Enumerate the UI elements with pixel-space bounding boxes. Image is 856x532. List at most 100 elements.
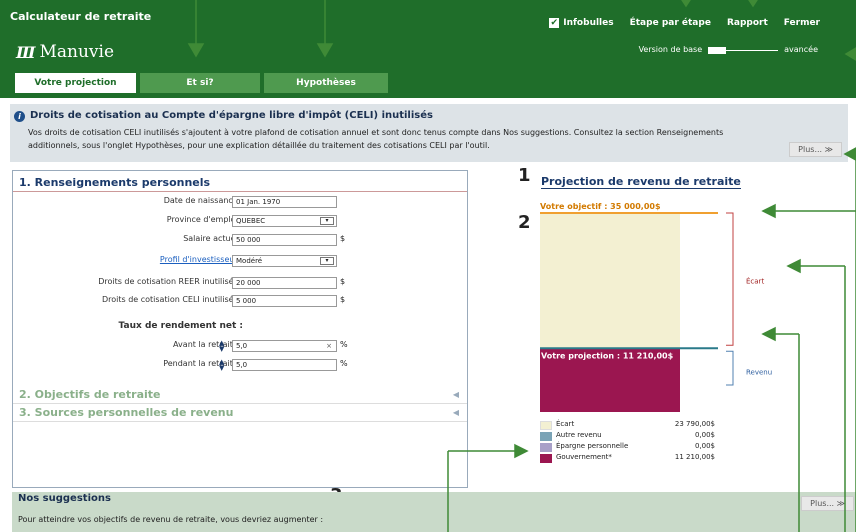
tab-assumptions[interactable]: Hypothèses <box>264 73 388 93</box>
investor-profile-link[interactable]: Profil d'investisseur : <box>28 255 243 264</box>
goal-label: Votre objectif : 35 000,00$ <box>540 202 661 211</box>
version-switch: Version de base avancée <box>639 45 818 54</box>
section-personal-info[interactable]: 1. Renseignements personnels <box>13 174 467 192</box>
arrow-left-icon <box>786 258 801 274</box>
legend-label: Écart <box>556 420 575 428</box>
arrow-left-icon <box>761 203 776 219</box>
arrow-right-icon <box>514 443 529 459</box>
logo-mark-icon: Ⅲ <box>16 42 36 62</box>
suggestions-panel: Nos suggestions Pour atteindre vos objec… <box>12 492 856 532</box>
logo-text: Manuvie <box>39 42 115 62</box>
tfsa-row: Droits de cotisation CELI inutilisés : 5… <box>13 295 345 308</box>
legend-item: Épargne personnelle 0,00$ <box>540 442 715 453</box>
step-badge-1: 1 <box>518 165 531 186</box>
birth-label: Date de naissance : <box>163 196 243 205</box>
profile-select[interactable]: Modéré ▾ <box>232 255 337 267</box>
legend-item: Gouvernement* 11 210,00$ <box>540 453 715 464</box>
salary-label: Salaire actuel : <box>183 234 243 243</box>
suggestions-more-button[interactable]: Plus... ≫ <box>801 496 854 511</box>
during-retirement-row: Pendant la retraite : ▲ ▼ 5,0 % <box>13 359 347 372</box>
before-label: Avant la retraite : <box>173 340 243 349</box>
birth-row: Date de naissance : 01 Jan. 1970 <box>13 196 337 209</box>
rate-heading: Taux de rendement net : <box>118 321 243 331</box>
legend-label: Gouvernement* <box>556 453 612 461</box>
slider-handle[interactable] <box>708 46 727 54</box>
legend-item: Écart 23 790,00$ <box>540 420 715 431</box>
app-title: Calculateur de retraite <box>10 10 152 23</box>
legend-swatch <box>540 432 552 441</box>
tooltips-toggle[interactable]: ✔ Infobulles <box>549 18 614 28</box>
info-title: Droits de cotisation au Compte d'épargne… <box>30 110 433 121</box>
section-3-title: 3. Sources personnelles de revenu <box>19 406 234 419</box>
chart-title: Projection de revenu de retraite <box>541 175 741 189</box>
chart-bar-gap <box>540 213 680 349</box>
section-retirement-goals[interactable]: 2. Objectifs de retraite ◀ <box>13 386 467 404</box>
during-rate-input[interactable]: 5,0 <box>232 359 337 371</box>
tfsa-unit: $ <box>340 295 346 304</box>
clear-icon[interactable]: × <box>326 341 332 351</box>
arrow-left-icon <box>761 326 776 342</box>
version-slider[interactable] <box>708 46 779 54</box>
legend-swatch <box>540 443 552 452</box>
legend-value: 23 790,00$ <box>674 420 715 428</box>
during-label: Pendant la retraite : <box>163 359 243 368</box>
gap-bracket <box>726 212 734 346</box>
section-income-sources[interactable]: 3. Sources personnelles de revenu ◀ <box>13 404 467 422</box>
top-menu: ✔ Infobulles Étape par étape Rapport Ferm… <box>549 18 820 28</box>
profile-value: Modéré <box>236 257 263 265</box>
birth-date-field[interactable]: 01 Jan. 1970 <box>232 196 337 208</box>
chart-legend: Écart 23 790,00$ Autre revenu 0,00$ Épargn… <box>540 420 715 464</box>
rrsp-input[interactable]: 20 000 <box>232 277 337 289</box>
spinner-icon[interactable]: ▲ ▼ <box>219 340 224 353</box>
rrsp-unit: $ <box>340 277 346 286</box>
checkbox-icon[interactable]: ✔ <box>549 18 560 28</box>
chart-bar-government <box>540 348 680 412</box>
info-panel: i Droits de cotisation au Compte d'éparg… <box>10 104 848 162</box>
info-icon: i <box>14 111 25 122</box>
info-more-button[interactable]: Plus... ≫ <box>789 142 842 157</box>
close-link[interactable]: Fermer <box>784 18 820 28</box>
province-select[interactable]: QUEBEC ▾ <box>232 215 337 227</box>
rrsp-row: Droits de cotisation REER inutilisés : 2… <box>13 277 345 290</box>
collapse-arrow-icon[interactable]: ◀ <box>453 404 459 422</box>
legend-swatch <box>540 421 552 430</box>
profile-row: Profil d'investisseur : Modéré ▾ <box>13 255 337 268</box>
before-unit: % <box>340 340 348 349</box>
rate-heading-row: Taux de rendement net : <box>13 321 243 334</box>
legend-swatch <box>540 454 552 463</box>
report-link[interactable]: Rapport <box>727 18 768 28</box>
province-label: Province d'emploi : <box>166 215 243 224</box>
salary-input[interactable]: 50 000 <box>232 234 337 246</box>
step-badge-2: 2 <box>518 212 531 233</box>
section-2-title: 2. Objectifs de retraite <box>19 388 161 401</box>
salary-row: Salaire actuel : 50 000 $ <box>13 234 345 247</box>
during-unit: % <box>340 359 348 368</box>
province-row: Province d'emploi : QUEBEC ▾ <box>13 215 337 228</box>
legend-label: Autre revenu <box>556 431 602 439</box>
step-by-step-link[interactable]: Étape par étape <box>630 18 711 28</box>
tfsa-label: Droits de cotisation CELI inutilisés : <box>101 295 243 304</box>
salary-unit: $ <box>340 234 346 243</box>
header-divider <box>0 93 856 98</box>
info-text: Vos droits de cotisation CELI inutilisés… <box>28 128 724 150</box>
tfsa-input[interactable]: 5 000 <box>232 295 337 307</box>
tab-what-if[interactable]: Et si? <box>140 73 260 93</box>
legend-value: 0,00$ <box>694 431 715 439</box>
tab-projection[interactable]: Votre projection <box>15 73 136 93</box>
chevron-down-icon[interactable]: ▾ <box>320 257 334 265</box>
gap-label: Écart <box>746 277 764 286</box>
rrsp-label: Droits de cotisation REER inutilisés : <box>98 277 243 286</box>
version-advanced-label: avancée <box>784 45 818 54</box>
before-retirement-row: Avant la retraite : ▲ ▼ 5,0 × % <box>13 340 348 353</box>
spinner-icon[interactable]: ▲ ▼ <box>219 359 224 372</box>
before-rate-input[interactable]: 5,0 × <box>232 340 337 352</box>
suggestions-text: Pour atteindre vos objectifs de revenu d… <box>18 515 324 524</box>
collapse-arrow-icon[interactable]: ◀ <box>453 386 459 404</box>
chevron-down-icon[interactable]: ▾ <box>320 217 334 225</box>
income-label: Revenu <box>746 368 772 376</box>
legend-label: Épargne personnelle <box>556 442 629 450</box>
projection-label: Votre projection : 11 210,00$ <box>541 351 674 360</box>
income-bracket <box>726 350 734 386</box>
legend-value: 11 210,00$ <box>674 453 715 461</box>
version-basic-label: Version de base <box>638 45 703 54</box>
